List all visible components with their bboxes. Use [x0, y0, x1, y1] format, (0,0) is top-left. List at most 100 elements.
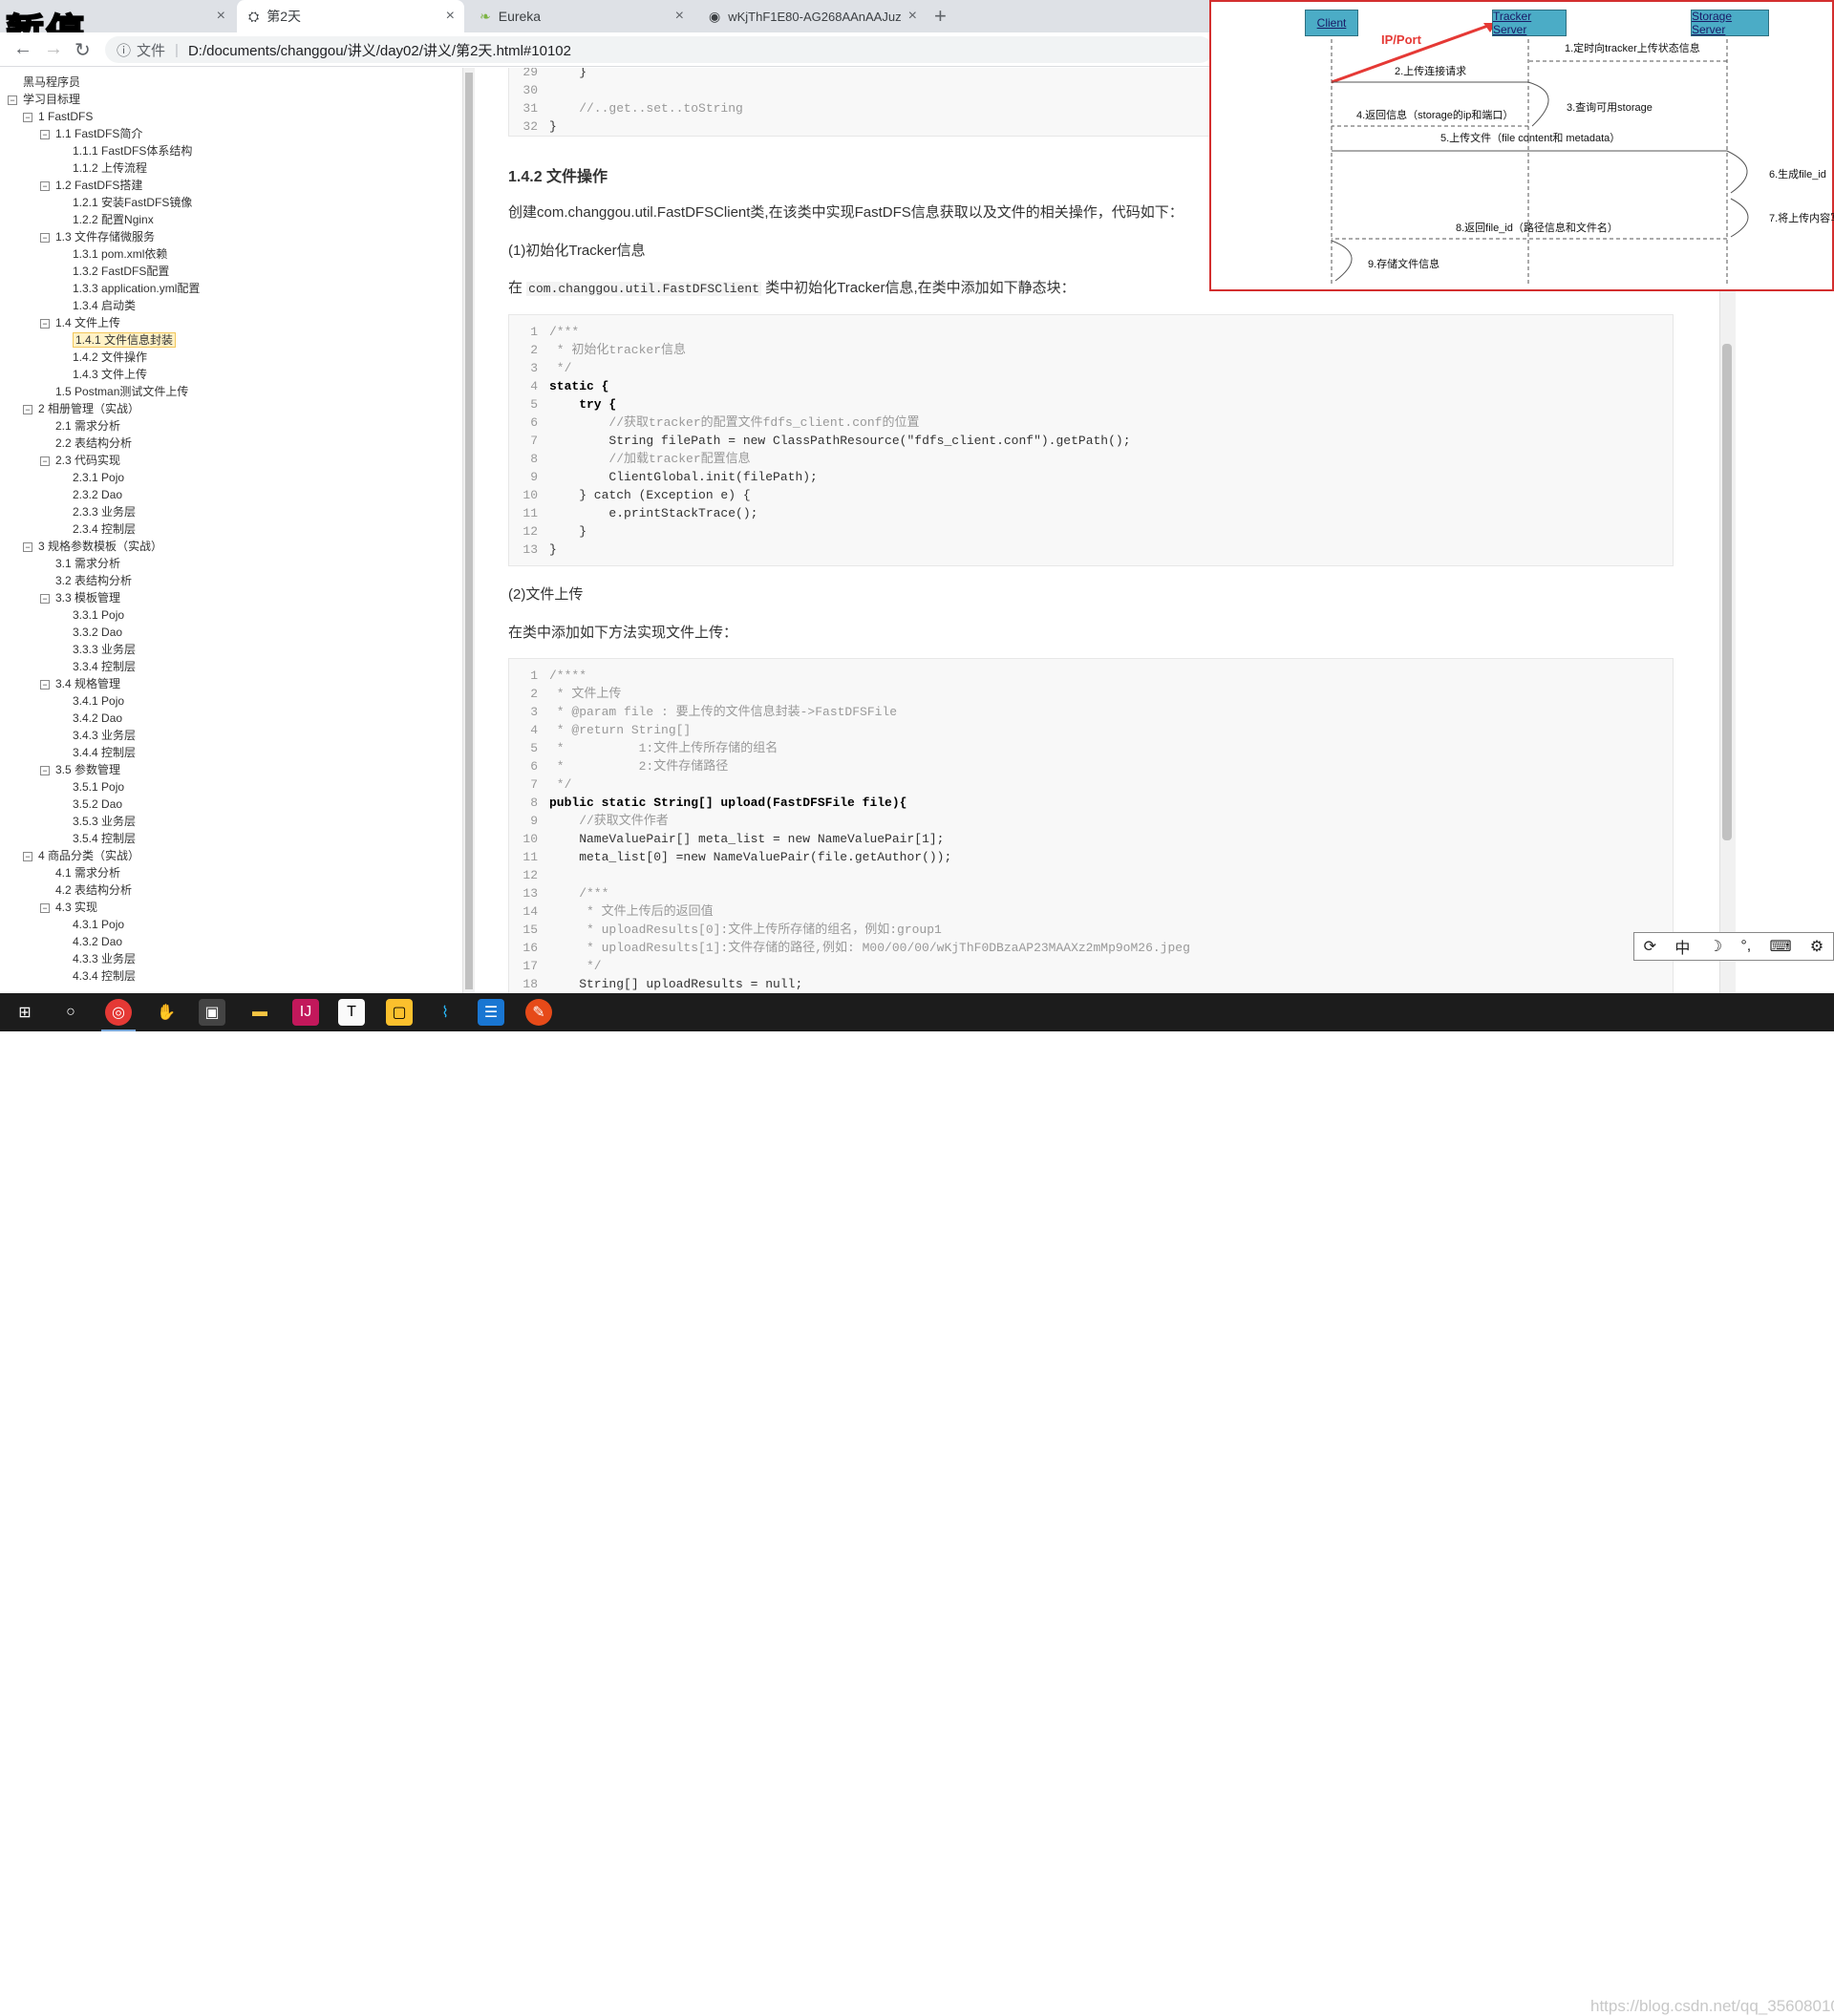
sidebar-scroll-thumb[interactable]	[465, 73, 473, 989]
new-tab-button[interactable]: +	[934, 4, 947, 29]
app-icon[interactable]: ▢	[386, 999, 413, 1026]
tab-day2[interactable]: ⛭ 第2天 ×	[237, 0, 464, 32]
toc-item[interactable]: 2.3.4 控制层	[73, 520, 136, 538]
toc-item[interactable]: 3.3.1 Pojo	[73, 606, 124, 624]
toc-item[interactable]: 1.1.2 上传流程	[73, 159, 147, 177]
punctuation-icon[interactable]: °,	[1740, 938, 1751, 955]
collapse-toggle-icon[interactable]: −	[40, 679, 50, 690]
collapse-toggle-icon[interactable]: −	[23, 404, 32, 414]
collapse-toggle-icon[interactable]: −	[23, 851, 32, 861]
toc-item[interactable]: 1.4.1 文件信息封装	[73, 331, 177, 349]
toc-item[interactable]: 3.1 需求分析	[55, 555, 120, 572]
toc-item[interactable]: 3.3.3 业务层	[73, 641, 136, 658]
collapse-toggle-icon[interactable]: −	[40, 765, 50, 775]
tab-image[interactable]: ◉ wKjThF1E80-AG268AAnAAJuz ×	[697, 0, 927, 32]
ime-chinese-toggle[interactable]: 中	[1674, 935, 1690, 958]
toc-item[interactable]: −4.3 实现	[40, 899, 97, 916]
collapse-toggle-icon[interactable]: −	[40, 593, 50, 604]
app-icon[interactable]: ✎	[525, 999, 552, 1026]
toc-item[interactable]: 3.4.2 Dao	[73, 710, 122, 727]
toc-item[interactable]: 1.2.2 配置Nginx	[73, 211, 154, 228]
url-field[interactable]: ⓘ 文件 | D:/documents/changgou/讲义/day02/讲义…	[105, 36, 1213, 63]
toc-item[interactable]: 3.5.2 Dao	[73, 796, 122, 813]
app-icon[interactable]: ▣	[199, 999, 225, 1026]
toc-item[interactable]: 4.1 需求分析	[55, 864, 120, 881]
app-icon[interactable]: ⌇	[432, 999, 458, 1026]
windows-start-icon[interactable]: ⊞	[11, 999, 38, 1026]
toc-item[interactable]: 3.3.4 控制层	[73, 658, 136, 675]
toc-item[interactable]: 2.3.1 Pojo	[73, 469, 124, 486]
toc-item[interactable]: −1.1 FastDFS简介	[40, 125, 142, 142]
toc-item[interactable]: 2.3.3 业务层	[73, 503, 136, 520]
toc-item[interactable]: 4.3.2 Dao	[73, 933, 122, 950]
toc-item[interactable]: 1.4.2 文件操作	[73, 349, 147, 366]
keyboard-icon[interactable]: ⌨	[1770, 937, 1792, 956]
text-editor-icon[interactable]: T	[338, 999, 365, 1026]
toc-item[interactable]: 4.2 表结构分析	[55, 881, 132, 899]
toc-item[interactable]: 1.3.2 FastDFS配置	[73, 263, 169, 280]
toc-item[interactable]: 1.5 Postman测试文件上传	[55, 383, 188, 400]
toc-item[interactable]: 3.3.2 Dao	[73, 624, 122, 641]
toc-item[interactable]: 3.4.4 控制层	[73, 744, 136, 761]
toc-item[interactable]: 3.5.1 Pojo	[73, 778, 124, 796]
gear-icon[interactable]: ⚙	[1810, 937, 1823, 956]
collapse-toggle-icon[interactable]: −	[40, 456, 50, 466]
close-icon[interactable]: ×	[217, 8, 225, 25]
search-icon[interactable]: ○	[57, 999, 84, 1026]
toc-item[interactable]: −3.3 模板管理	[40, 589, 120, 606]
forward-button[interactable]: →	[44, 38, 63, 60]
moon-icon[interactable]: ☽	[1709, 937, 1722, 956]
close-icon[interactable]: ×	[908, 8, 917, 25]
app-icon[interactable]: ✋	[153, 999, 180, 1026]
toc-item[interactable]: 1.1.1 FastDFS体系结构	[73, 142, 192, 159]
toc-item[interactable]: 2.3.2 Dao	[73, 486, 122, 503]
reload-button[interactable]: ↻	[75, 38, 91, 62]
collapse-toggle-icon[interactable]: −	[40, 902, 50, 913]
toc-item[interactable]: − 学习目标理	[8, 91, 80, 108]
toc-item[interactable]: 4.3.3 业务层	[73, 950, 136, 967]
collapse-toggle-icon[interactable]: −	[40, 180, 50, 191]
toc-item[interactable]: 3.4.1 Pojo	[73, 692, 124, 710]
toc-item[interactable]: 3.4.3 业务层	[73, 727, 136, 744]
toc-item[interactable]: 2.2 表结构分析	[55, 435, 132, 452]
close-icon[interactable]: ×	[675, 8, 684, 25]
toc-item[interactable]: −1 FastDFS	[23, 108, 93, 125]
toc-item[interactable]: 3.5.4 控制层	[73, 830, 136, 847]
collapse-toggle-icon[interactable]: −	[40, 318, 50, 329]
toc-item[interactable]: −3.4 规格管理	[40, 675, 120, 692]
toc-item[interactable]: 3.2 表结构分析	[55, 572, 132, 589]
toc-item[interactable]: −1.3 文件存储微服务	[40, 228, 155, 245]
folder-icon[interactable]: ▬	[246, 999, 273, 1026]
collapse-toggle-icon[interactable]: −	[23, 541, 32, 552]
ime-logo-icon[interactable]: ⟳	[1644, 937, 1656, 956]
info-icon[interactable]: ⓘ	[117, 40, 131, 60]
toc-item[interactable]: −2 相册管理（实战）	[23, 400, 139, 417]
content-scroll-thumb[interactable]	[1722, 344, 1732, 840]
intellij-icon[interactable]: IJ	[292, 999, 319, 1026]
tab-eureka[interactable]: ❧ Eureka ×	[468, 0, 693, 32]
toc-item[interactable]: 1.4.3 文件上传	[73, 366, 147, 383]
toc-item[interactable]: 3.5.3 业务层	[73, 813, 136, 830]
toc-item[interactable]: −1.2 FastDFS搭建	[40, 177, 142, 194]
toc-item[interactable]: 2.1 需求分析	[55, 417, 120, 435]
chrome-icon[interactable]: ◎	[105, 999, 132, 1026]
toc-item[interactable]: 黑马程序员	[23, 74, 80, 91]
toc-item[interactable]: 4.3.1 Pojo	[73, 916, 124, 933]
collapse-toggle-icon[interactable]: −	[23, 112, 32, 122]
toc-item[interactable]: −3 规格参数模板（实战）	[23, 538, 162, 555]
app-icon[interactable]: ☰	[478, 999, 504, 1026]
toc-item[interactable]: −1.4 文件上传	[40, 314, 120, 331]
close-icon[interactable]: ×	[446, 8, 455, 25]
toc-item[interactable]: 1.2.1 安装FastDFS镜像	[73, 194, 192, 211]
collapse-toggle-icon[interactable]: −	[40, 129, 50, 139]
toc-item[interactable]: 4.3.4 控制层	[73, 967, 136, 985]
collapse-toggle-icon[interactable]: −	[8, 95, 17, 105]
toc-item[interactable]: 1.3.1 pom.xml依赖	[73, 245, 167, 263]
back-button[interactable]: ←	[13, 38, 32, 60]
collapse-toggle-icon[interactable]: −	[40, 232, 50, 243]
toc-item[interactable]: 1.3.4 启动类	[73, 297, 136, 314]
toc-item[interactable]: −2.3 代码实现	[40, 452, 120, 469]
toc-item[interactable]: −4 商品分类（实战）	[23, 847, 139, 864]
toc-item[interactable]: 1.3.3 application.yml配置	[73, 280, 200, 297]
toc-item[interactable]: −3.5 参数管理	[40, 761, 120, 778]
